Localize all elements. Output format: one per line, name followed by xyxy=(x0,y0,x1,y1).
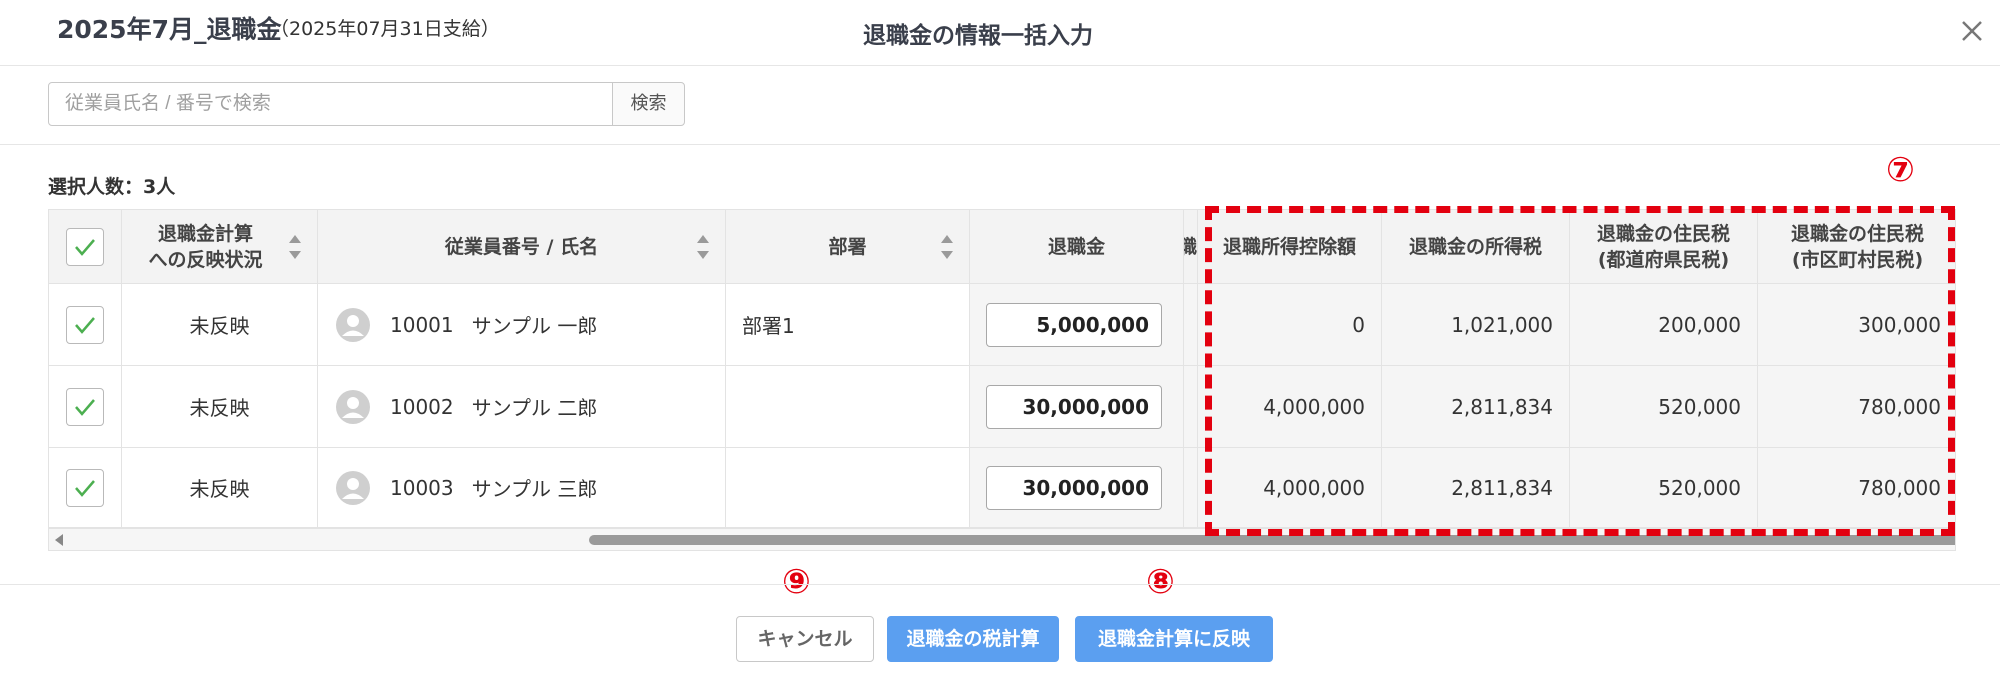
dialog-title: 退職金の情報一括入力 xyxy=(863,23,1093,49)
highlight-box xyxy=(1205,206,1955,536)
employee-number: 10001 xyxy=(390,312,454,337)
row-checkbox-cell xyxy=(49,284,122,365)
retirement-pay-cell: 5,000,000 xyxy=(970,284,1184,365)
header-retirement-pay-label: 退職金 xyxy=(1047,235,1105,258)
retirement-pay-cell: 30,000,000 xyxy=(970,448,1184,527)
user-avatar-icon xyxy=(336,470,370,505)
check-icon xyxy=(75,316,95,334)
select-all-cell xyxy=(49,210,122,283)
department-cell: 部署1 xyxy=(726,284,970,365)
search-input[interactable] xyxy=(48,82,613,126)
check-icon xyxy=(75,479,95,497)
header-clipped: 職 xyxy=(1184,210,1198,283)
annotation-marker-8: ⑧ xyxy=(1146,562,1175,602)
header-employee-label: 従業員番号 / 氏名 xyxy=(444,235,599,258)
employee-cell: 10003 サンプル 三郎 xyxy=(318,448,726,527)
sort-icon[interactable] xyxy=(695,232,711,262)
search-bar: 検索 xyxy=(0,67,2000,145)
clipped-cell xyxy=(1184,366,1198,447)
department-cell xyxy=(726,366,970,447)
clipped-cell xyxy=(1184,284,1198,365)
header-retirement-pay: 退職金 xyxy=(970,210,1184,283)
scrollbar-thumb[interactable] xyxy=(589,535,1955,545)
cancel-button[interactable]: キャンセル xyxy=(736,616,874,662)
reflect-to-calculation-button[interactable]: 退職金計算に反映 xyxy=(1075,616,1273,662)
header-employee[interactable]: 従業員番号 / 氏名 xyxy=(318,210,726,283)
sort-icon[interactable] xyxy=(287,232,303,262)
search-button[interactable]: 検索 xyxy=(612,82,685,126)
user-avatar-icon xyxy=(336,307,370,342)
payment-date: （2025年07月31日支給） xyxy=(270,18,500,40)
status-text: 未反映 xyxy=(122,284,318,365)
status-text: 未反映 xyxy=(122,448,318,527)
annotation-marker-9: ⑨ xyxy=(782,562,811,602)
retirement-pay-input[interactable]: 30,000,000 xyxy=(986,384,1162,429)
employee-number: 10002 xyxy=(390,394,454,419)
row-checkbox-cell xyxy=(49,366,122,447)
employee-name: サンプル 三郎 xyxy=(471,477,598,501)
selected-count: 選択人数：3人 xyxy=(48,176,176,198)
scroll-left-arrow-icon[interactable] xyxy=(55,534,63,546)
retirement-pay-input[interactable]: 5,000,000 xyxy=(986,302,1162,347)
row-checkbox[interactable] xyxy=(66,387,104,426)
check-icon xyxy=(75,398,95,416)
employee-cell: 10002 サンプル 二郎 xyxy=(318,366,726,447)
employee-cell: 10001 サンプル 一郎 xyxy=(318,284,726,365)
row-checkbox-cell xyxy=(49,448,122,527)
header-department[interactable]: 部署 xyxy=(726,210,970,283)
status-text: 未反映 xyxy=(122,366,318,447)
employee-name: サンプル 二郎 xyxy=(471,396,598,420)
sort-icon[interactable] xyxy=(939,232,955,262)
header-clipped-label: 職 xyxy=(1184,234,1197,260)
retirement-pay-cell: 30,000,000 xyxy=(970,366,1184,447)
header-department-label: 部署 xyxy=(828,235,867,258)
user-avatar-icon xyxy=(336,389,370,424)
check-icon xyxy=(75,238,95,256)
tax-calculation-button[interactable]: 退職金の税計算 xyxy=(887,616,1059,662)
close-icon[interactable] xyxy=(1955,14,1989,48)
department-cell xyxy=(726,448,970,527)
dialog-header: 2025年7月_退職金 （2025年07月31日支給） 退職金の情報一括入力 xyxy=(0,0,2000,66)
header-status[interactable]: 退職金計算 への反映状況 xyxy=(122,210,318,283)
payroll-title: 2025年7月_退職金 xyxy=(57,15,282,44)
header-status-line1: 退職金計算 xyxy=(157,222,253,245)
clipped-cell xyxy=(1184,448,1198,527)
footer-divider xyxy=(0,584,2000,585)
header-status-line2: への反映状況 xyxy=(148,248,263,271)
row-checkbox[interactable] xyxy=(66,305,104,344)
employee-name: サンプル 一郎 xyxy=(471,314,598,338)
select-all-checkbox[interactable] xyxy=(66,227,104,266)
annotation-marker-7: ⑦ xyxy=(1886,150,1915,190)
row-checkbox[interactable] xyxy=(66,468,104,507)
retirement-pay-input[interactable]: 30,000,000 xyxy=(986,465,1162,510)
employee-number: 10003 xyxy=(390,475,454,500)
